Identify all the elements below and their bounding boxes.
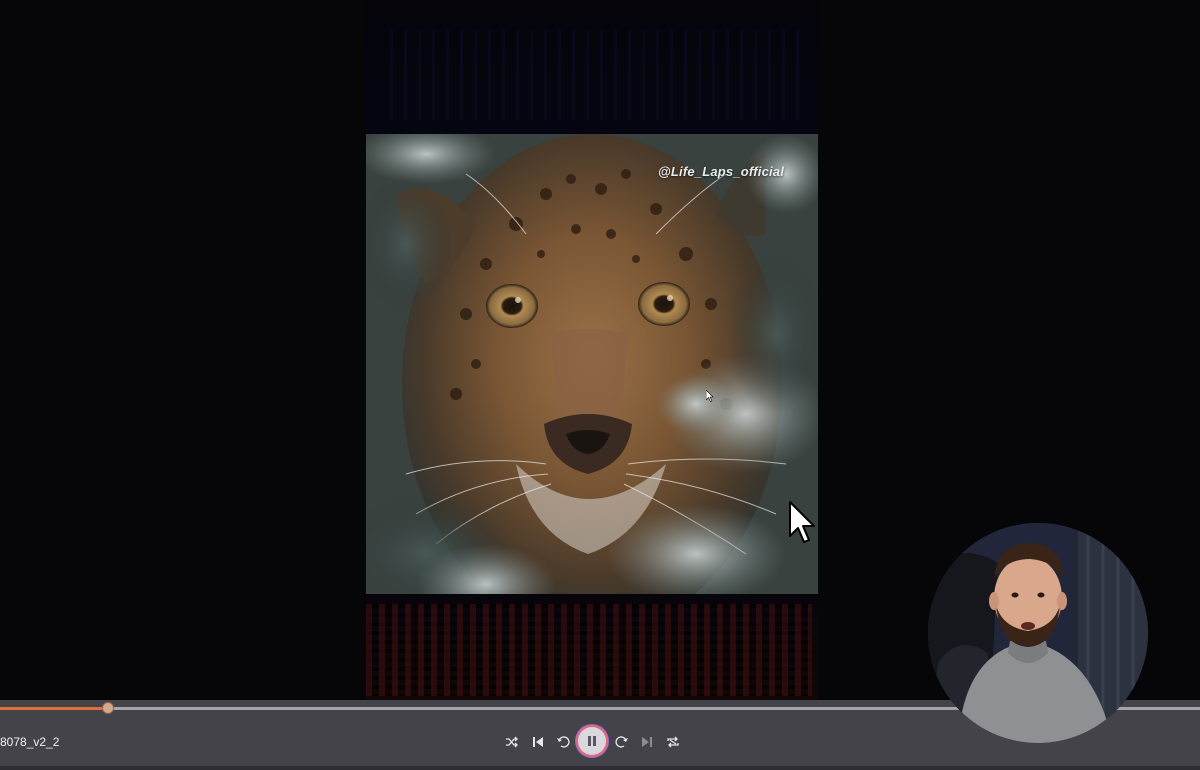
frame-bottom-artifacts: [366, 604, 812, 696]
webcam-overlay: [928, 523, 1148, 743]
shuffle-icon: [506, 736, 518, 748]
pause-icon: [588, 736, 596, 746]
bottom-edge: [0, 766, 1200, 770]
repeat-icon: [667, 736, 679, 748]
small-cursor-icon: [706, 390, 714, 402]
progress-fill: [0, 707, 108, 710]
forward-icon: [615, 736, 628, 748]
jaguar-image: [366, 134, 818, 594]
next-icon: [642, 737, 652, 747]
repeat-button[interactable]: [663, 732, 683, 752]
rewind-icon: [557, 736, 570, 748]
pause-button[interactable]: [578, 727, 606, 755]
video-canvas[interactable]: @Life_Laps_official: [366, 134, 818, 594]
forward-button[interactable]: [612, 732, 632, 752]
rewind-button[interactable]: [553, 732, 573, 752]
frame-top-artifacts: [390, 30, 810, 120]
video-filename: 8078_v2_2: [0, 735, 60, 749]
previous-icon: [533, 737, 543, 747]
shuffle-button[interactable]: [502, 732, 522, 752]
next-button[interactable]: [637, 732, 657, 752]
video-watermark: @Life_Laps_official: [658, 164, 785, 179]
previous-button[interactable]: [528, 732, 548, 752]
progress-knob[interactable]: [103, 703, 113, 713]
mouse-cursor-icon: [789, 501, 815, 543]
presenter-avatar: [928, 523, 1148, 743]
